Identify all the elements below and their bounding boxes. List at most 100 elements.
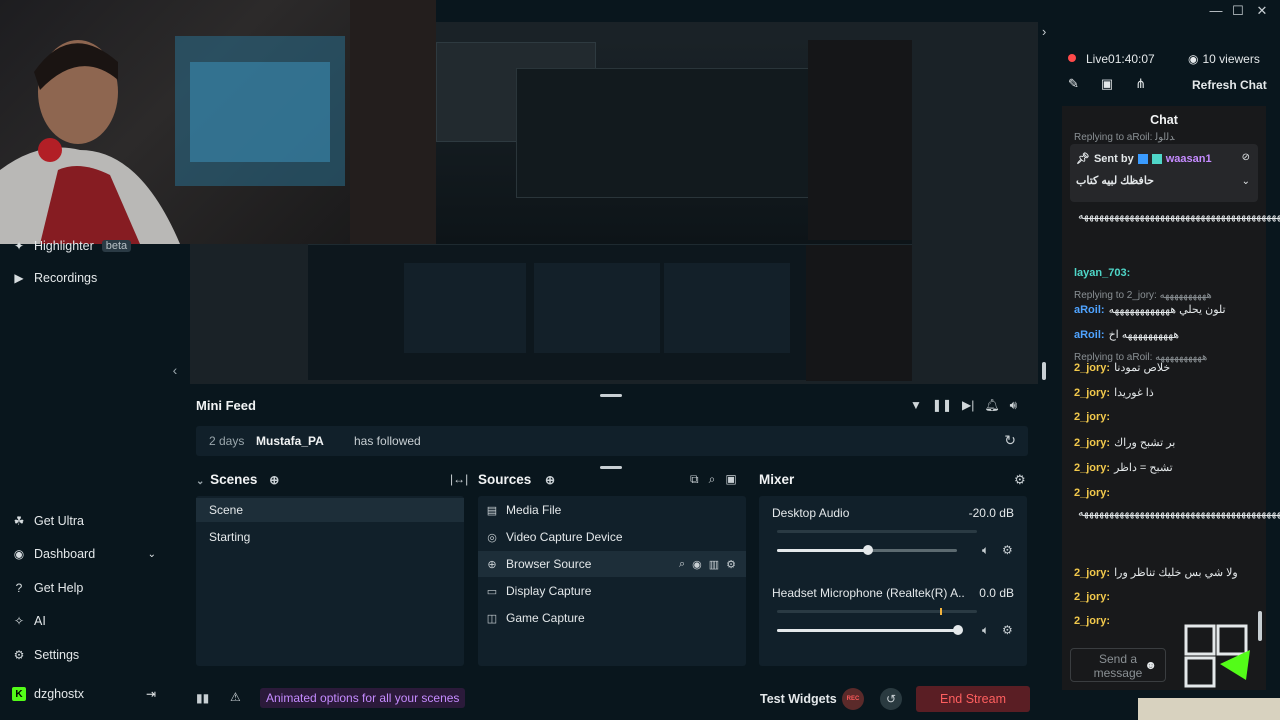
refresh-chat-button[interactable]: Refresh Chat: [1192, 78, 1267, 92]
pinned-message[interactable]: 📌︎ Sent by waasan1 ﺣﺎﻓﻈﻚ ﻟﺒﻴﻪ ﻛﺘﺎب ⊘ ⌄: [1070, 144, 1258, 202]
dashboard-icon: ◉: [13, 547, 25, 561]
nav-item-get-ultra[interactable]: ☘ Get Ultra: [12, 509, 84, 533]
chat-scrollbar[interactable]: [1258, 611, 1262, 641]
popout-icon[interactable]: ▣: [1101, 76, 1113, 92]
bell-icon[interactable]: 🔔︎: [984, 398, 999, 413]
alert-icon[interactable]: ⚠: [230, 690, 241, 704]
nav-item-get-help[interactable]: ? Get Help: [12, 576, 84, 600]
chat-text: هههههههههههههههههههههههههههههههههههههههه…: [1078, 507, 1280, 519]
send-message-input[interactable]: Send a message ☻: [1070, 648, 1166, 682]
eye-icon[interactable]: ◉: [692, 558, 702, 571]
nav-item-recordings[interactable]: ▶ Recordings: [12, 266, 97, 290]
share-icon[interactable]: ⋔: [1135, 76, 1146, 92]
trash-icon[interactable]: ▥: [709, 558, 719, 571]
chat-username[interactable]: 2_jory:: [1074, 387, 1110, 399]
volume-icon[interactable]: 🔊︎: [1010, 398, 1018, 413]
chat-username[interactable]: 2_jory:: [1074, 591, 1110, 603]
chat-username[interactable]: 2_jory:: [1074, 462, 1110, 474]
chat-username[interactable]: aRoil:: [1074, 304, 1105, 316]
volume-slider-knob[interactable]: [953, 625, 963, 635]
source-item[interactable]: ⊕ Browser Source ⌕ ◉ ▥ ⚙: [478, 551, 746, 577]
lock-icon[interactable]: ⌕: [709, 472, 716, 487]
chat-text: ﺑﺮ ﺗﺸﺒﺢ وراك: [1114, 437, 1176, 449]
chat-collapse-chevron-icon[interactable]: ›: [1042, 24, 1046, 39]
volume-slider-knob[interactable]: [863, 545, 873, 555]
nav-item-ai[interactable]: ✧ AI: [12, 609, 46, 633]
resize-handle[interactable]: [600, 394, 622, 397]
skip-icon[interactable]: ▶|: [962, 398, 974, 413]
animated-options-banner[interactable]: Animated options for all your scenes: [260, 688, 466, 708]
minimize-button[interactable]: —: [1206, 2, 1226, 20]
unpin-icon[interactable]: ⊘: [1242, 152, 1250, 163]
chat-text: ﺧﻼص ﺗﻤﻮدﻧﺎ: [1114, 362, 1171, 374]
speaker-icon[interactable]: 🔈︎: [982, 623, 989, 638]
nav-label: Get Help: [34, 581, 84, 595]
rec-button[interactable]: REC: [842, 688, 864, 710]
nav-item-highlighter[interactable]: ✦ Highlighter beta: [12, 234, 132, 258]
feed-user[interactable]: Mustafa_PA: [256, 434, 324, 448]
maximize-button[interactable]: ☐: [1228, 2, 1248, 20]
preview-scroll-handle[interactable]: [1042, 362, 1046, 380]
pause-icon[interactable]: ❚❚: [932, 398, 952, 413]
chat-username[interactable]: 2_jory:: [1074, 437, 1110, 449]
filter-icon[interactable]: ▼: [910, 398, 922, 413]
scene-transition-icon[interactable]: |↔|: [450, 472, 468, 486]
mixer-panel: [759, 496, 1027, 666]
logout-icon[interactable]: ⇥: [146, 687, 156, 701]
chat-message: هههههههههههههههههههههههههههههههههههههههه…: [1074, 506, 1280, 520]
gear-icon[interactable]: ⚙: [726, 558, 736, 571]
chat-username[interactable]: 2_jory:: [1074, 362, 1110, 374]
gear-icon[interactable]: ⚙: [1002, 623, 1013, 637]
scene-item[interactable]: Scene: [196, 498, 464, 522]
chat-panel: Chat Replying to aRoil: ﺪﻟاﻮﻟ 📌︎ Sent by…: [1062, 106, 1280, 690]
chat-username[interactable]: aRoil:: [1074, 329, 1105, 341]
chat-username[interactable]: 2_jory:: [1074, 487, 1110, 499]
chevron-down-icon[interactable]: ⌄: [1242, 176, 1250, 187]
gear-icon: ⚙: [13, 648, 25, 662]
add-scene-icon[interactable]: ⊕: [269, 473, 279, 487]
folder-add-icon[interactable]: ▣: [725, 472, 736, 487]
chat-reply-context: Replying to 2_jory: ههههههههههه: [1074, 290, 1260, 301]
minifeed-title: Mini Feed: [196, 398, 256, 413]
source-item[interactable]: ▭ Display Capture: [478, 578, 746, 604]
chat-message: هههههههههههههههههههههههههههههههههههههههه…: [1074, 209, 1280, 223]
chat-username[interactable]: 2_jory:: [1074, 411, 1110, 423]
nav-item-dashboard[interactable]: ◉ Dashboard ⌄: [12, 542, 156, 566]
nav-item-user[interactable]: K dzghostx ⇥: [12, 682, 156, 706]
chat-username[interactable]: 2_jory:: [1074, 615, 1110, 627]
close-button[interactable]: ✕: [1252, 2, 1272, 20]
source-item[interactable]: ▤ Media File: [478, 497, 746, 523]
source-label: Video Capture Device: [506, 530, 623, 544]
refresh-icon[interactable]: ↻: [1004, 432, 1016, 449]
replay-buffer-icon[interactable]: ↺: [880, 688, 902, 710]
collapse-nav-chevron-icon[interactable]: ‹: [168, 362, 182, 382]
pencil-icon[interactable]: ✎: [1068, 76, 1079, 92]
end-stream-button[interactable]: End Stream: [916, 686, 1030, 712]
pinned-user[interactable]: waasan1: [1166, 153, 1212, 165]
gear-icon[interactable]: ⚙: [1002, 543, 1013, 557]
mixer-settings-gear-icon[interactable]: ⚙: [1014, 472, 1026, 488]
source-item[interactable]: ◫ Game Capture: [478, 605, 746, 631]
chat-username[interactable]: 2_jory:: [1074, 567, 1110, 579]
chevron-down-icon[interactable]: ⌄: [196, 476, 204, 487]
scene-item[interactable]: Starting: [196, 525, 464, 549]
live-status: Live01:40:07: [1086, 52, 1155, 66]
help-icon: ?: [15, 581, 23, 595]
nav-label: Settings: [34, 648, 80, 662]
chat-text: هههههههههههههههههههههههههههههههههههههههه…: [1078, 210, 1280, 222]
nav-item-settings[interactable]: ⚙ Settings: [12, 643, 80, 667]
chat-message: 2_jory:: [1074, 590, 1260, 604]
source-label: Media File: [506, 503, 562, 517]
lock-icon[interactable]: ⌕: [679, 558, 685, 571]
play-circle-icon: ▶: [14, 271, 24, 285]
source-label: Game Capture: [506, 611, 585, 625]
add-source-icon[interactable]: ⊕: [545, 473, 555, 487]
stats-icon[interactable]: ▮▮: [196, 691, 209, 705]
speaker-icon[interactable]: 🔈︎: [982, 543, 989, 558]
source-item[interactable]: ◎ Video Capture Device: [478, 524, 746, 550]
resize-handle[interactable]: [600, 466, 622, 469]
emoji-icon[interactable]: ☻: [1144, 658, 1157, 672]
copy-icon[interactable]: ⧉: [690, 472, 699, 487]
test-widgets-button[interactable]: Test Widgets: [760, 692, 837, 706]
chat-username[interactable]: layan_703:: [1074, 267, 1130, 279]
